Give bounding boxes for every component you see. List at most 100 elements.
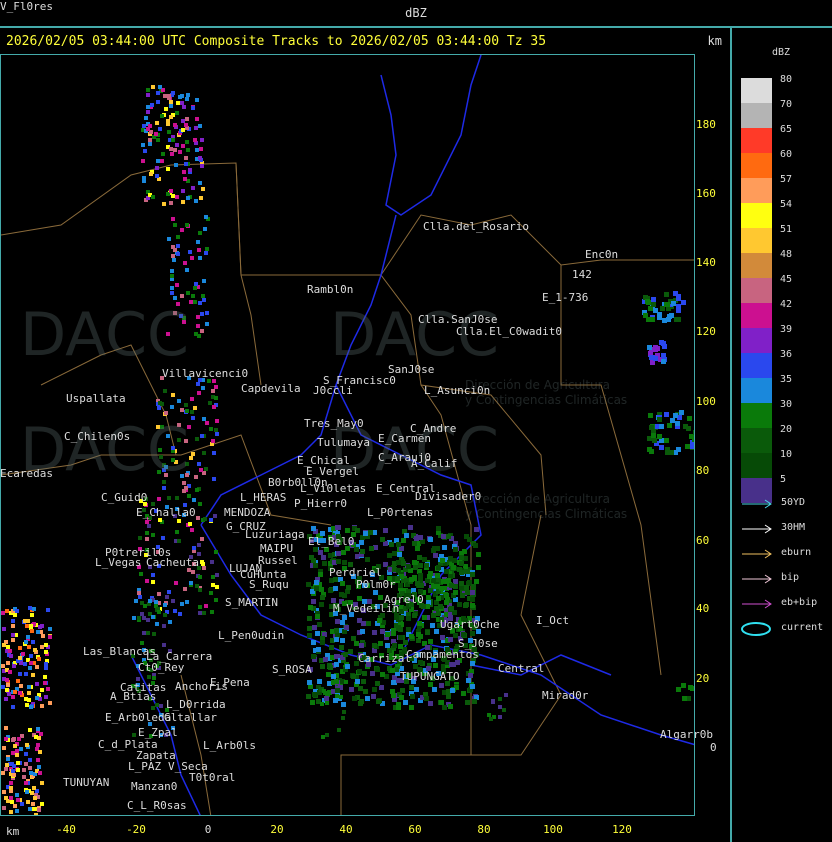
echo-pixel — [448, 704, 453, 709]
echo-pixel — [470, 590, 475, 595]
echo-pixel — [37, 808, 41, 812]
echo-pixel — [476, 565, 481, 570]
echo-pixel — [409, 577, 414, 582]
echo-pixel — [418, 573, 423, 578]
echo-pixel — [389, 542, 394, 547]
echo-pixel — [189, 456, 193, 460]
echo-pixel — [34, 735, 38, 739]
echo-pixel — [48, 635, 52, 639]
echo-pixel — [199, 196, 203, 200]
x-tick: 80 — [477, 823, 491, 836]
echo-pixel — [44, 662, 48, 666]
y-tick: 20 — [696, 672, 710, 685]
x-tick: -40 — [56, 823, 76, 836]
echo-pixel — [361, 679, 366, 684]
echo-pixel — [38, 771, 42, 775]
map-unit-label: km — [707, 34, 722, 48]
echo-pixel — [317, 679, 322, 684]
echo-pixel — [406, 627, 411, 632]
echo-pixel — [661, 359, 666, 364]
echo-pixel — [25, 790, 29, 794]
echo-pixel — [176, 101, 180, 105]
legend-value: 5 — [780, 474, 787, 485]
echo-pixel — [312, 625, 317, 630]
echo-pixel — [647, 447, 652, 452]
echo-pixel — [38, 750, 42, 754]
y-tick: 100 — [696, 395, 716, 408]
echo-pixel — [380, 672, 385, 677]
echo-pixel — [198, 301, 202, 305]
echo-pixel — [365, 557, 370, 562]
place-label: C_Guid0 — [101, 491, 148, 504]
echo-pixel — [659, 445, 664, 450]
place-label: A_Btias — [110, 690, 157, 703]
echo-pixel — [29, 771, 33, 775]
echo-pixel — [194, 282, 198, 286]
echo-pixel — [320, 595, 325, 600]
x-tick: -20 — [126, 823, 146, 836]
echo-pixel — [202, 417, 206, 421]
echo-pixel — [446, 534, 451, 539]
echo-pixel — [457, 602, 462, 607]
echo-pixel — [185, 117, 189, 121]
echo-pixel — [391, 631, 396, 636]
place-label: L_P0rtenas — [367, 506, 434, 519]
legend-value: 30 — [780, 399, 793, 410]
echo-pixel — [24, 640, 28, 644]
echo-pixel — [203, 227, 207, 231]
place-label: L_PAZ — [128, 760, 162, 773]
echo-pixel — [311, 599, 316, 604]
echo-pixel — [335, 525, 340, 530]
place-label: S_MARTIN — [225, 596, 278, 609]
echo-pixel — [143, 604, 147, 608]
echo-pixel — [23, 619, 27, 623]
echo-pixel — [321, 735, 325, 739]
echo-pixel — [28, 807, 32, 811]
echo-pixel — [21, 652, 25, 656]
echo-pixel — [397, 552, 402, 557]
echo-pixel — [8, 670, 12, 674]
echo-pixel — [27, 645, 31, 649]
echo-pixel — [29, 654, 33, 658]
echo-pixel — [436, 526, 441, 531]
echo-pixel — [396, 625, 401, 630]
x-tick: 60 — [408, 823, 422, 836]
echo-pixel — [412, 541, 417, 546]
echo-pixel — [15, 809, 19, 813]
watermark-text: Dirección de Agricultura — [465, 492, 610, 506]
echo-pixel — [4, 697, 8, 701]
echo-pixel — [48, 701, 52, 705]
echo-pixel — [679, 410, 684, 415]
legend-swatch — [741, 303, 772, 328]
echo-pixel — [468, 673, 473, 678]
echo-pixel — [352, 696, 357, 701]
place-label: Ct0_Rey — [138, 661, 185, 674]
echo-pixel — [178, 612, 182, 616]
track-arrow-icon — [742, 524, 772, 534]
echo-pixel — [181, 144, 185, 148]
echo-pixel — [335, 694, 339, 698]
echo-pixel — [434, 629, 439, 634]
echo-pixel — [40, 704, 44, 708]
echo-pixel — [380, 629, 385, 634]
echo-pixel — [409, 634, 414, 639]
echo-pixel — [191, 416, 195, 420]
echo-pixel — [146, 618, 150, 622]
echo-pixel — [214, 598, 218, 602]
echo-pixel — [657, 417, 662, 422]
echo-pixel — [196, 382, 200, 386]
echo-pixel — [170, 269, 174, 273]
place-label: J0ccli — [313, 384, 353, 397]
echo-pixel — [177, 399, 181, 403]
echo-pixel — [431, 613, 436, 618]
echo-pixel — [148, 138, 152, 142]
echo-pixel — [181, 128, 185, 132]
echo-pixel — [151, 706, 155, 710]
echo-pixel — [675, 421, 680, 426]
echo-pixel — [159, 704, 163, 708]
echo-pixel — [461, 691, 466, 696]
echo-pixel — [169, 104, 173, 108]
echo-pixel — [193, 138, 197, 142]
echo-pixel — [185, 600, 189, 604]
echo-pixel — [6, 757, 10, 761]
